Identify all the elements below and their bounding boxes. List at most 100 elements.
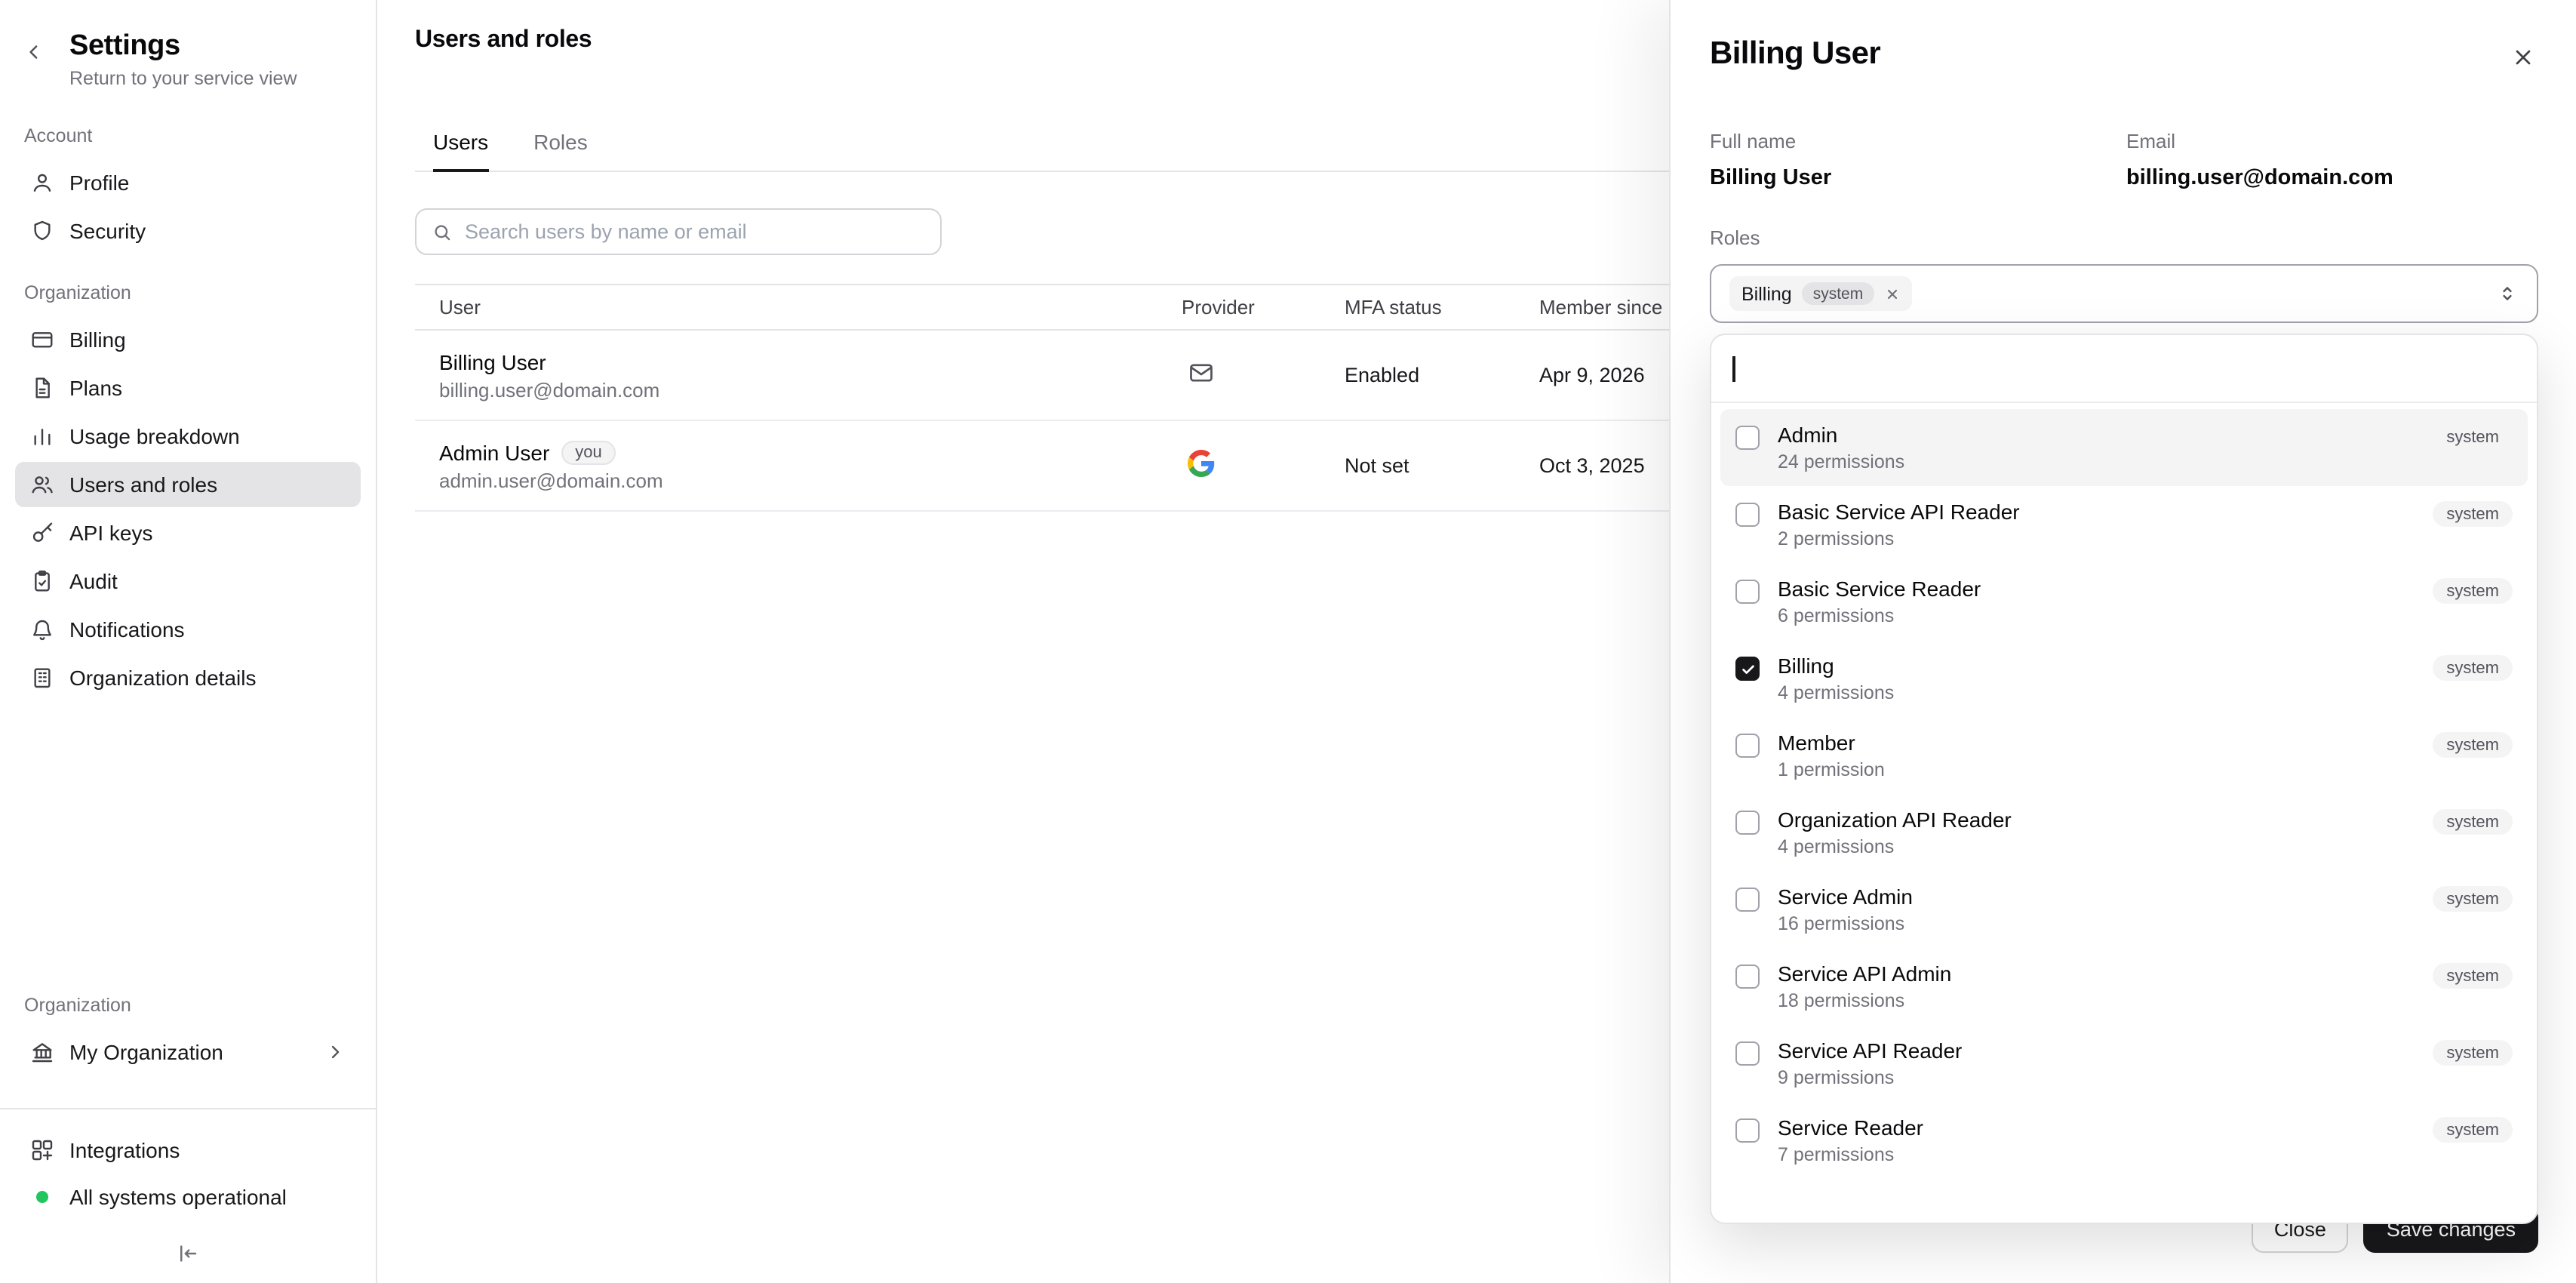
role-name: Service Reader <box>1778 1115 1923 1140</box>
bell-icon <box>30 617 54 642</box>
sidebar-item-users-and-roles[interactable]: Users and roles <box>15 462 361 507</box>
landmark-icon <box>30 1040 54 1064</box>
clipboard-check-icon <box>30 569 54 593</box>
remove-role-icon[interactable] <box>1884 286 1899 301</box>
column-header-user[interactable]: User <box>415 296 1182 318</box>
tab-roles[interactable]: Roles <box>533 130 588 171</box>
role-option-billing[interactable]: Billing 4 permissions system <box>1720 640 2528 717</box>
role-name: Organization API Reader <box>1778 808 2012 832</box>
checkbox-checked-icon[interactable] <box>1735 657 1760 681</box>
role-option-basic-service-reader[interactable]: Basic Service Reader 6 permissions syste… <box>1720 563 2528 640</box>
search-input[interactable] <box>465 220 925 243</box>
role-option-member[interactable]: Member 1 permission system <box>1720 717 2528 794</box>
user-icon <box>30 171 54 195</box>
sidebar-item-usage-breakdown[interactable]: Usage breakdown <box>15 414 361 459</box>
provider-cell <box>1182 450 1345 482</box>
roles-label: Roles <box>1710 226 2538 249</box>
role-option-admin[interactable]: Admin 24 permissions system <box>1720 409 2528 486</box>
search-icon <box>432 221 453 242</box>
role-scope-badge: system <box>1803 282 1874 305</box>
chevrons-up-down-icon <box>2496 282 2519 305</box>
checkbox-unchecked-icon[interactable] <box>1735 734 1760 758</box>
role-scope-badge: system <box>2433 732 2513 758</box>
sidebar-item-billing[interactable]: Billing <box>15 317 361 362</box>
role-name: Admin <box>1778 423 1904 447</box>
role-permissions: 16 permissions <box>1778 913 1913 934</box>
role-permissions: 24 permissions <box>1778 451 1904 472</box>
checkbox-unchecked-icon[interactable] <box>1735 503 1760 527</box>
tab-users[interactable]: Users <box>433 130 488 171</box>
sidebar-divider <box>0 1108 376 1109</box>
role-scope-badge: system <box>2433 1040 2513 1066</box>
text-cursor <box>1732 355 1735 381</box>
role-scope-badge: system <box>2433 578 2513 604</box>
panel-title: Billing User <box>1710 36 2538 72</box>
sidebar-item-audit[interactable]: Audit <box>15 558 361 604</box>
role-option-service-reader[interactable]: Service Reader 7 permissions system <box>1720 1102 2528 1179</box>
role-option-service-admin[interactable]: Service Admin 16 permissions system <box>1720 871 2528 948</box>
sidebar-item-label: Security <box>69 219 146 243</box>
role-name: Service API Reader <box>1778 1038 1962 1063</box>
sidebar-subtitle[interactable]: Return to your service view <box>69 68 352 89</box>
role-name: Member <box>1778 731 1885 755</box>
checkbox-unchecked-icon[interactable] <box>1735 1041 1760 1066</box>
mfa-status-cell: Not set <box>1345 454 1539 477</box>
system-status-row[interactable]: All systems operational <box>15 1174 361 1220</box>
user-email: admin.user@domain.com <box>439 469 1182 491</box>
settings-sidebar: Settings Return to your service view Acc… <box>0 0 377 1283</box>
role-scope-badge: system <box>2433 886 2513 912</box>
field-value: Billing User <box>1710 166 2126 190</box>
roles-dropdown: Admin 24 permissions system Basic Servic… <box>1710 334 2538 1224</box>
role-scope-badge: system <box>2433 424 2513 450</box>
checkbox-unchecked-icon[interactable] <box>1735 811 1760 835</box>
field-full-name: Full name Billing User <box>1710 130 2126 190</box>
role-permissions: 2 permissions <box>1778 528 2020 549</box>
collapse-sidebar-icon[interactable] <box>177 1242 199 1265</box>
sidebar-item-security[interactable]: Security <box>15 208 361 254</box>
sidebar-item-my-organization[interactable]: My Organization <box>15 1029 361 1075</box>
role-permissions: 18 permissions <box>1778 990 1951 1011</box>
sidebar-item-integrations[interactable]: Integrations <box>15 1128 361 1173</box>
sidebar-collapse-row <box>0 1221 376 1283</box>
checkbox-unchecked-icon[interactable] <box>1735 888 1760 912</box>
role-option-basic-service-api-reader[interactable]: Basic Service API Reader 2 permissions s… <box>1720 486 2528 563</box>
bar-chart-icon <box>30 424 54 448</box>
roles-multiselect[interactable]: Billing system <box>1710 264 2538 323</box>
sidebar-item-notifications[interactable]: Notifications <box>15 607 361 652</box>
role-permissions: 4 permissions <box>1778 682 1894 703</box>
blocks-icon <box>30 1138 54 1162</box>
column-header-mfa-status[interactable]: MFA status <box>1345 296 1539 318</box>
role-name: Billing <box>1778 654 1894 678</box>
sidebar-item-profile[interactable]: Profile <box>15 160 361 205</box>
sidebar-item-label: API keys <box>69 521 153 545</box>
roles-dropdown-search[interactable] <box>1711 335 2537 403</box>
sidebar-item-plans[interactable]: Plans <box>15 365 361 411</box>
checkbox-unchecked-icon[interactable] <box>1735 580 1760 604</box>
checkbox-unchecked-icon[interactable] <box>1735 1118 1760 1143</box>
sidebar-bottom: Organization My Organization Integration… <box>0 968 376 1283</box>
user-fields: Full name Billing User Email billing.use… <box>1710 130 2538 190</box>
users-icon <box>30 472 54 497</box>
role-option-organization-api-reader[interactable]: Organization API Reader 4 permissions sy… <box>1720 794 2528 871</box>
role-name: Basic Service Reader <box>1778 577 1981 601</box>
role-option-service-api-admin[interactable]: Service API Admin 18 permissions system <box>1720 948 2528 1025</box>
close-icon[interactable] <box>2511 45 2535 69</box>
role-option-service-api-reader[interactable]: Service API Reader 9 permissions system <box>1720 1025 2528 1102</box>
sidebar-item-api-keys[interactable]: API keys <box>15 510 361 555</box>
checkbox-unchecked-icon[interactable] <box>1735 426 1760 450</box>
back-chevron-icon[interactable] <box>23 41 45 63</box>
role-name: Service Admin <box>1778 885 1913 909</box>
credit-card-icon <box>30 328 54 352</box>
sidebar-section-organization: Organization <box>0 255 376 315</box>
role-permissions: 1 permission <box>1778 759 1885 780</box>
checkbox-unchecked-icon[interactable] <box>1735 965 1760 989</box>
sidebar-section-organization-switcher: Organization <box>0 968 376 1028</box>
column-header-provider[interactable]: Provider <box>1182 296 1345 318</box>
sidebar-item-organization-details[interactable]: Organization details <box>15 655 361 700</box>
user-search[interactable] <box>415 208 942 255</box>
user-email: billing.user@domain.com <box>439 378 1182 401</box>
role-name: Service API Admin <box>1778 961 1951 986</box>
user-cell: Admin User you admin.user@domain.com <box>415 440 1182 491</box>
sidebar-title: Settings <box>69 30 352 63</box>
app-window: Settings Return to your service view Acc… <box>0 0 2576 1283</box>
